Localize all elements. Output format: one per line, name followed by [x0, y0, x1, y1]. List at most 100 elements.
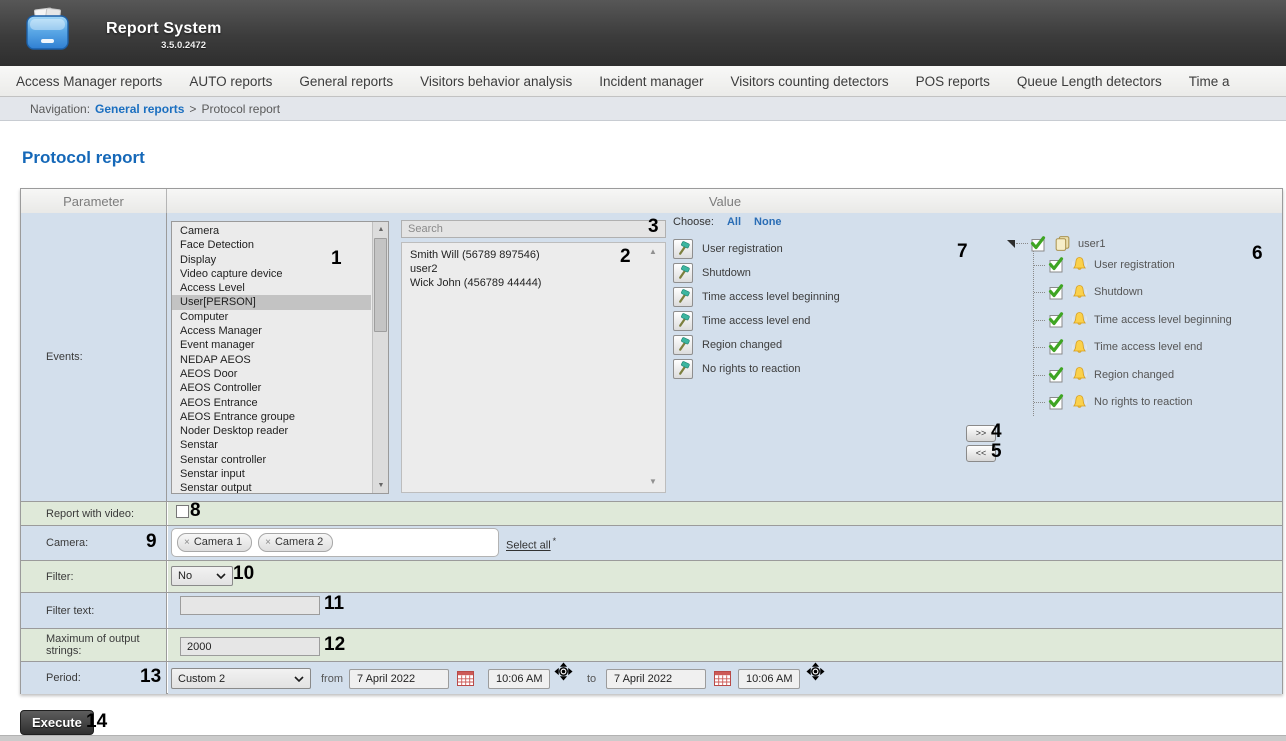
event-type-item[interactable]: Access Manager [172, 324, 371, 338]
checkbox-checked-icon [1047, 367, 1064, 383]
report-with-video-checkbox[interactable] [176, 505, 189, 518]
time-spinner-icon[interactable] [806, 662, 825, 686]
tree-node-checkbox[interactable] [1047, 394, 1064, 410]
app-title: Report System [106, 20, 222, 38]
tree-collapse-icon[interactable] [1007, 240, 1015, 248]
nav-tab[interactable]: General reports [299, 74, 393, 89]
annotation-2: 2 [620, 246, 631, 268]
checkbox-checked-icon [1047, 394, 1064, 410]
hammer-icon [676, 361, 691, 376]
event-type-item[interactable]: Computer [172, 310, 371, 324]
tree-line [1016, 243, 1028, 244]
tree-node-checkbox[interactable] [1047, 367, 1064, 383]
remove-tag-icon[interactable]: × [265, 537, 271, 548]
event-type-item[interactable]: Noder Desktop reader [172, 424, 371, 438]
nav-tab[interactable]: Time a [1189, 74, 1230, 89]
camera-tag[interactable]: × Camera 1 [177, 533, 252, 552]
available-events-list: User registration Shutdown [673, 238, 840, 379]
time-to-input[interactable] [738, 669, 800, 689]
checkbox-checked-icon [1047, 257, 1064, 273]
tree-node-checkbox[interactable] [1047, 284, 1064, 300]
to-label: to [587, 673, 596, 685]
tree-node-label: Time access level end [1094, 341, 1202, 353]
bell-icon [1071, 256, 1088, 273]
choose-none-link[interactable]: None [754, 216, 782, 228]
event-type-item[interactable]: AEOS Entrance [172, 396, 371, 410]
nav-tab[interactable]: Incident manager [599, 74, 703, 89]
available-event-row: Region changed [673, 334, 840, 355]
filter-select[interactable]: No [171, 566, 233, 586]
event-type-item[interactable]: NEDAP AEOS [172, 353, 371, 367]
nav-tab[interactable]: Queue Length detectors [1017, 74, 1162, 89]
tree-node: Region changed [1034, 361, 1232, 389]
tree-node-checkbox[interactable] [1047, 257, 1064, 273]
camera-tags-input[interactable]: × Camera 1 × Camera 2 [171, 528, 499, 557]
event-type-item[interactable]: Senstar [172, 438, 371, 452]
choose-all-link[interactable]: All [727, 216, 741, 228]
object-item[interactable]: Wick John (456789 44444) [402, 276, 665, 290]
event-types-scrollbar[interactable]: ▲ ▼ [372, 222, 388, 493]
tree-node-label: No rights to reaction [1094, 396, 1192, 408]
bell-icon [1071, 366, 1088, 383]
event-type-item[interactable]: AEOS Entrance groupe [172, 410, 371, 424]
execute-button[interactable]: Execute [20, 710, 94, 735]
nav-tab[interactable]: Visitors behavior analysis [420, 74, 572, 89]
event-type-item[interactable]: AEOS Controller [172, 381, 371, 395]
nav-tab[interactable]: AUTO reports [189, 74, 272, 89]
time-from-input[interactable] [488, 669, 550, 689]
remove-tag-icon[interactable]: × [184, 537, 190, 548]
from-label: from [321, 673, 343, 685]
select-all-wrap: Select all* [506, 536, 556, 552]
tree-node: Time access level end [1034, 334, 1232, 362]
add-event-button[interactable] [673, 335, 693, 355]
nav-tab[interactable]: Access Manager reports [16, 74, 162, 89]
hammer-icon [676, 289, 691, 304]
max-strings-input[interactable] [180, 637, 320, 656]
scroll-up-icon[interactable]: ▲ [373, 222, 389, 237]
protocol-report-page: Report System 3.5.0.2472 Access Manager … [0, 0, 1286, 741]
time-spinner-icon[interactable] [554, 662, 573, 686]
tree-node-checkbox[interactable] [1047, 312, 1064, 328]
tree-root-checkbox[interactable] [1029, 236, 1046, 252]
event-type-item[interactable]: Event manager [172, 338, 371, 352]
scroll-down-icon[interactable]: ▼ [373, 478, 389, 493]
event-type-item[interactable]: Senstar output [172, 481, 371, 493]
camera-tag[interactable]: × Camera 2 [258, 533, 333, 552]
available-event-label: Region changed [702, 339, 782, 351]
filter-text-input[interactable] [180, 596, 320, 615]
add-event-button[interactable] [673, 311, 693, 331]
bottom-scroll-strip[interactable] [0, 735, 1286, 741]
checkbox-checked-icon [1047, 284, 1064, 300]
add-event-button[interactable] [673, 239, 693, 259]
report-system-logo-icon [20, 6, 74, 63]
event-type-item[interactable]: Senstar input [172, 467, 371, 481]
event-type-item[interactable]: User[PERSON] [172, 295, 371, 309]
add-event-button[interactable] [673, 359, 693, 379]
tree-children: User registration [1033, 251, 1232, 416]
event-type-item[interactable]: Camera [172, 224, 371, 238]
event-type-item[interactable]: Access Level [172, 281, 371, 295]
annotation-7: 7 [957, 241, 968, 263]
search-input[interactable] [401, 220, 666, 238]
period-select-value: Custom 2 [178, 673, 225, 685]
nav-tab[interactable]: Visitors counting detectors [731, 74, 889, 89]
annotation-4: 4 [991, 421, 1002, 443]
objects-scroll-down-icon[interactable]: ▼ [649, 477, 1277, 486]
tree-node-checkbox[interactable] [1047, 339, 1064, 355]
select-all-link[interactable]: Select all [506, 540, 551, 552]
date-to-input[interactable] [606, 669, 706, 689]
annotation-5: 5 [991, 441, 1002, 463]
add-event-button[interactable] [673, 287, 693, 307]
event-type-item[interactable]: AEOS Door [172, 367, 371, 381]
calendar-icon[interactable] [714, 671, 731, 691]
nav-tab[interactable]: POS reports [916, 74, 990, 89]
checkbox-checked-icon [1047, 339, 1064, 355]
calendar-icon[interactable] [457, 671, 474, 691]
period-select[interactable]: Custom 2 [171, 668, 311, 689]
date-from-input[interactable] [349, 669, 449, 689]
breadcrumb-link-general-reports[interactable]: General reports [95, 102, 184, 116]
event-type-item[interactable]: Senstar controller [172, 453, 371, 467]
objects-listbox[interactable]: Smith Will (56789 897546)user2Wick John … [401, 242, 666, 493]
add-event-button[interactable] [673, 263, 693, 283]
scrollbar-thumb[interactable] [374, 238, 387, 332]
